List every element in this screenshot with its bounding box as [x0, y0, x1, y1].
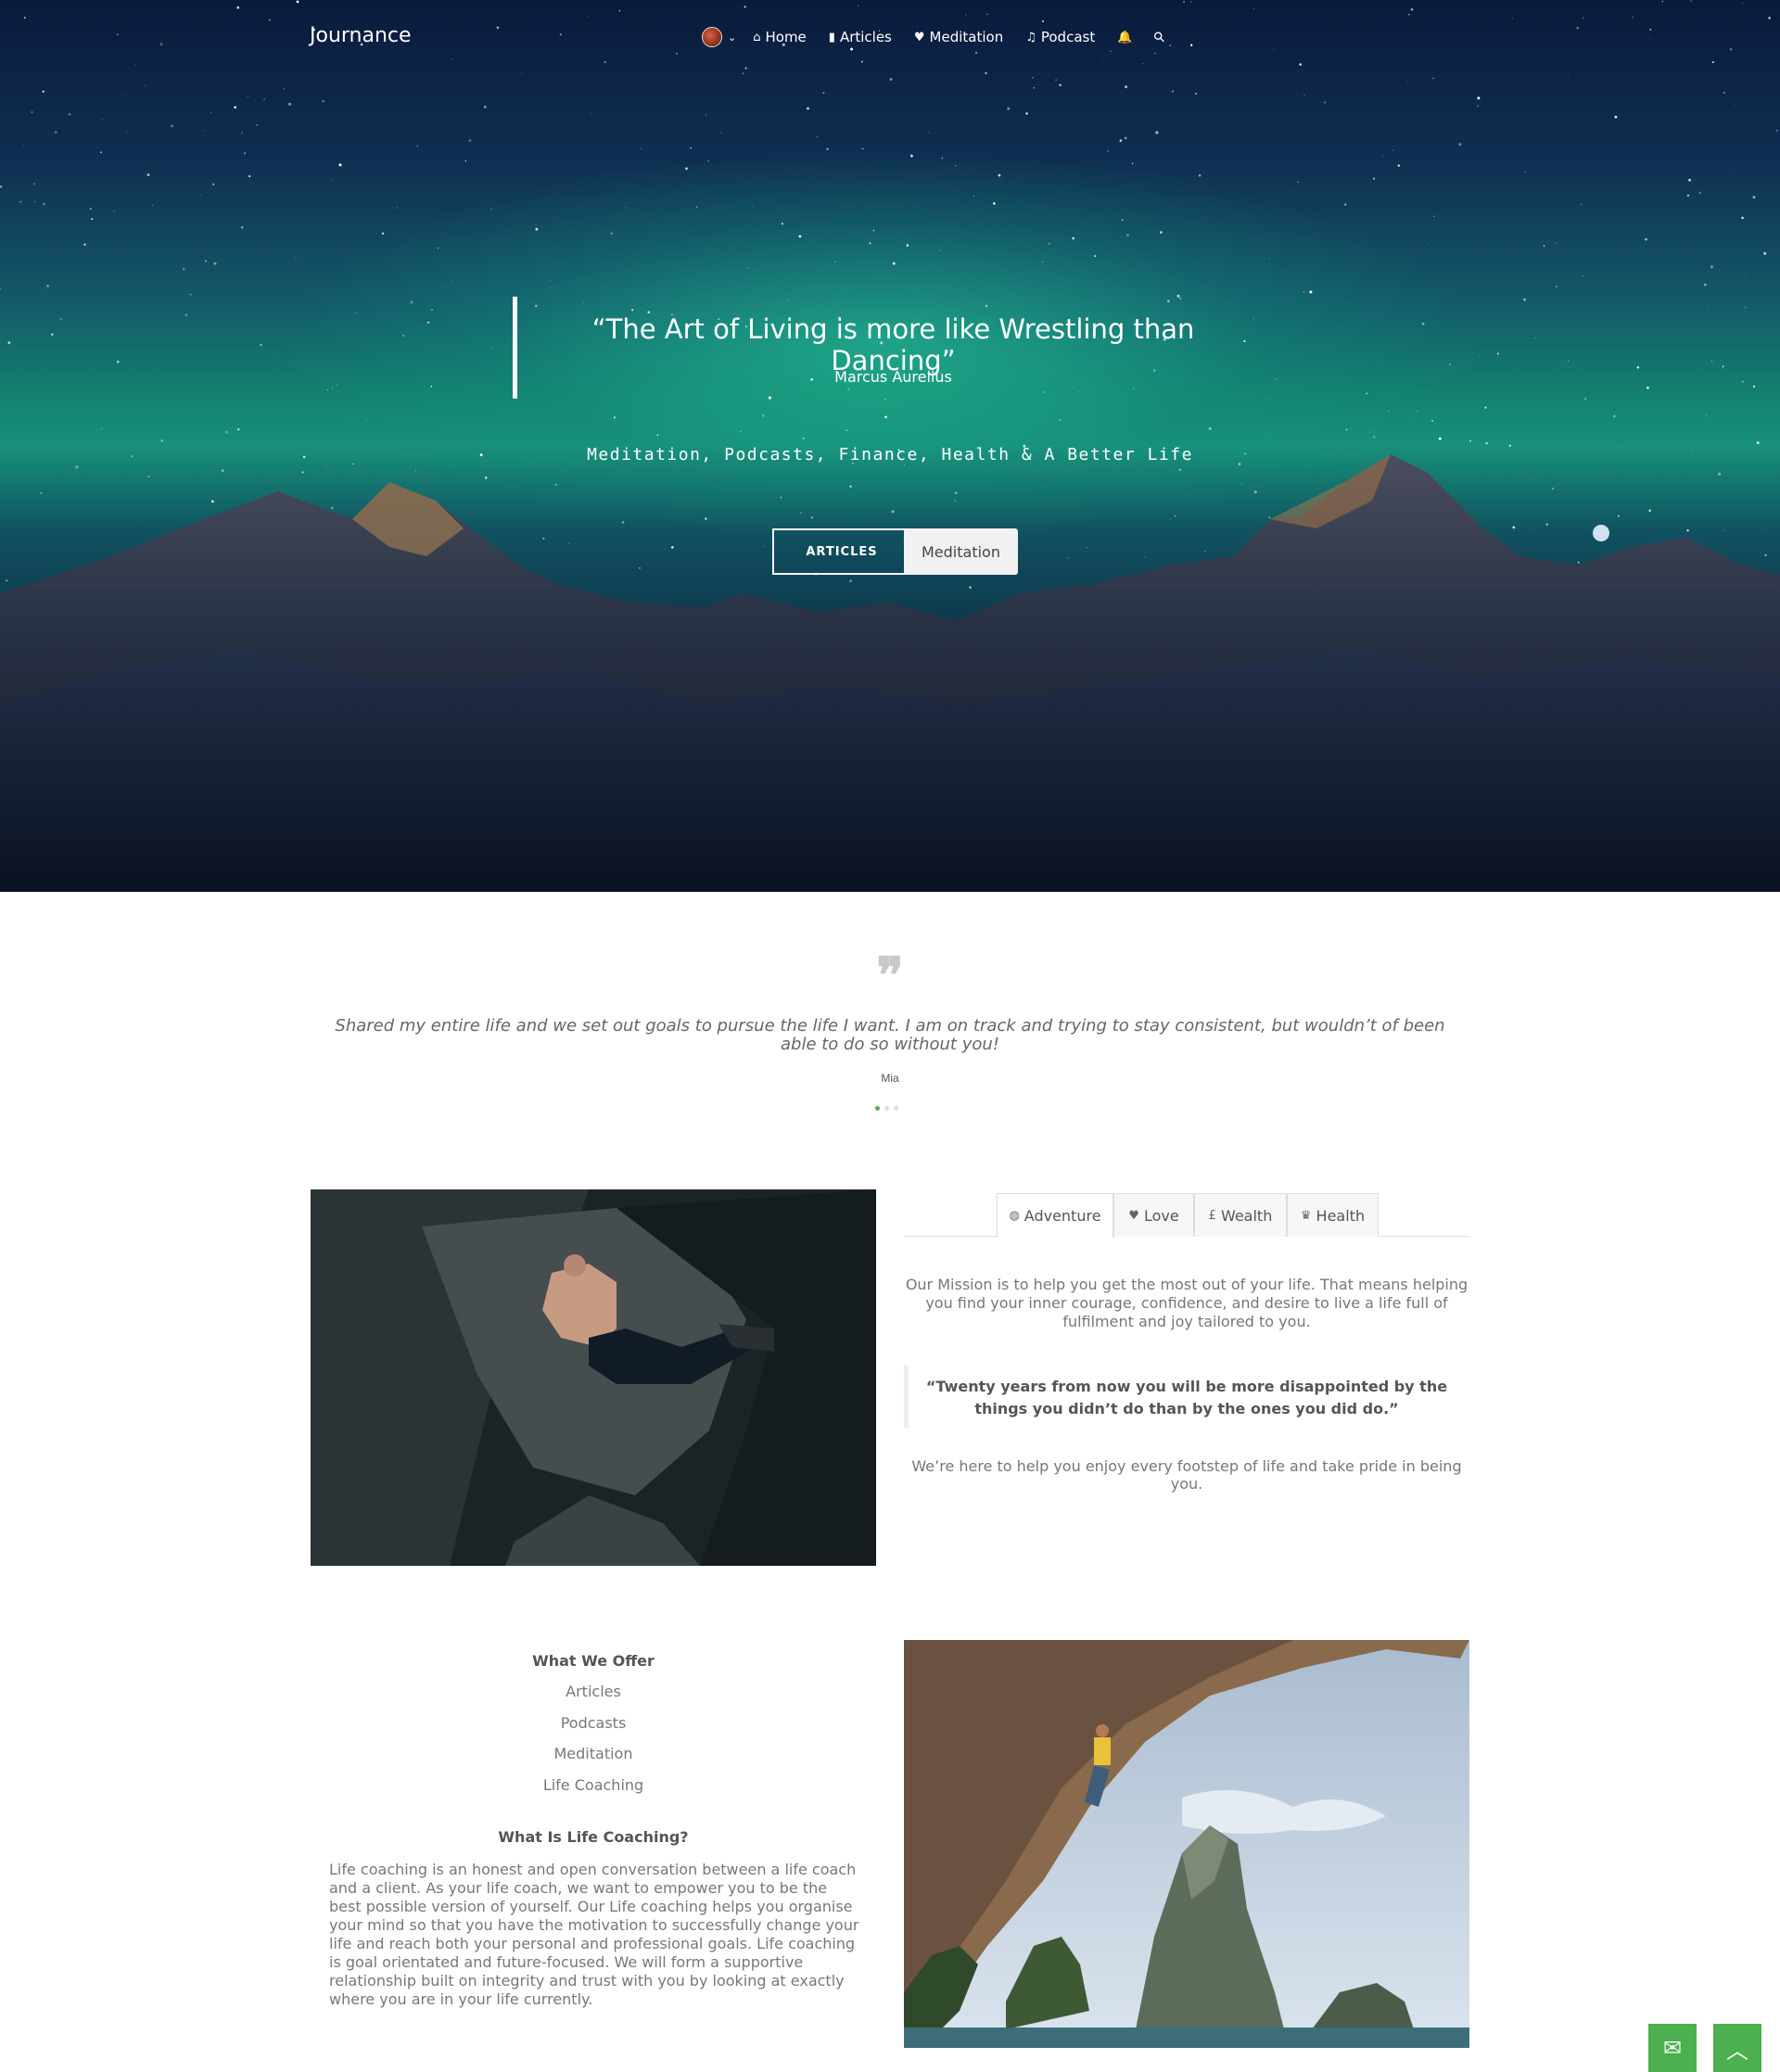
nav-item-label: Meditation	[929, 29, 1004, 45]
offer-section: What We Offer Articles Podcasts Meditati…	[311, 1652, 876, 1800]
mail-icon: ✉	[1662, 2035, 1683, 2061]
nav-item-label: Home	[765, 29, 807, 45]
user-avatar[interactable]	[702, 27, 722, 47]
carousel-dots	[875, 1106, 898, 1111]
whatis-heading: What Is Life Coaching?	[498, 1828, 689, 1846]
chevron-up-icon: ︿	[1726, 2038, 1748, 2064]
contact-mail-button[interactable]: ✉	[1648, 2024, 1697, 2072]
offer-item: Articles	[566, 1683, 621, 1700]
nav-item-home[interactable]: ⌂ Home	[753, 29, 807, 45]
climber-rock-image	[311, 1189, 876, 1566]
testimonial-text: Shared my entire life and we set out goa…	[335, 1016, 1445, 1054]
tab-label: Health	[1316, 1206, 1366, 1225]
offer-item: Life Coaching	[542, 1775, 644, 1794]
home-icon: ⌂	[753, 30, 761, 44]
blockquote-text: “Twenty years from now you will be more …	[925, 1378, 1448, 1417]
nav-menu: ⌄ ⌂ Home ▮ Articles ♥ Meditation ♫ Podca…	[702, 26, 1187, 48]
tab-love[interactable]: ♥ Love	[1113, 1193, 1194, 1237]
tab-adventure[interactable]: ◍ Adventure	[997, 1193, 1113, 1238]
nav-item-label: Podcast	[1040, 29, 1096, 45]
carousel-dot[interactable]	[884, 1106, 889, 1111]
offer-item: Meditation	[553, 1745, 633, 1762]
globe-icon: ◍	[1009, 1209, 1020, 1223]
whatis-text: Life coaching is an honest and open conv…	[329, 1861, 859, 2008]
bell-icon[interactable]: 🔔	[1117, 30, 1132, 44]
meditation-button[interactable]: Meditation	[904, 528, 1018, 575]
mission-text: Our Mission is to help you get the most …	[905, 1276, 1468, 1330]
site-brand[interactable]: Journance	[310, 24, 412, 47]
offer-item: Podcasts	[560, 1713, 627, 1732]
tab-label: Love	[1143, 1206, 1179, 1225]
heart-icon: ♥	[913, 30, 925, 44]
top-navbar: Journance ⌄ ⌂ Home ▮ Articles ♥ Meditati…	[0, 0, 1780, 74]
nav-item-meditation[interactable]: ♥ Meditation	[914, 29, 1003, 45]
search-icon[interactable]: ⚲	[1151, 28, 1169, 46]
offer-heading: What We Offer	[532, 1652, 655, 1670]
book-icon: ▮	[828, 30, 835, 44]
tab-label: Wealth	[1220, 1206, 1273, 1225]
nav-item-label: Articles	[839, 29, 892, 45]
chevron-down-icon[interactable]: ⌄	[728, 32, 736, 44]
carousel-dot[interactable]	[894, 1106, 898, 1111]
nav-item-podcast[interactable]: ♫ Podcast	[1025, 29, 1095, 45]
hero-tagline: Meditation, Podcasts, Finance, Health & …	[587, 445, 1193, 464]
offer-list: Articles Podcasts Meditation Life Coachi…	[311, 1676, 876, 1800]
hero-quote: “The Art of Living is more like Wrestlin…	[591, 313, 1195, 376]
heart-icon: ♥	[1128, 1208, 1139, 1223]
music-icon: ♫	[1025, 30, 1036, 44]
footstep-text: We’re here to help you enjoy every foots…	[911, 1457, 1462, 1493]
tab-label: Adventure	[1024, 1207, 1101, 1225]
scroll-top-button[interactable]: ︿	[1713, 2024, 1761, 2072]
testimonial-author: Mia	[881, 1072, 899, 1085]
quote-icon: ❞	[876, 946, 904, 1005]
carousel-dot[interactable]	[875, 1106, 880, 1111]
tab-wealth[interactable]: £ Wealth	[1194, 1193, 1287, 1237]
hero-quote-author: Marcus Aurelius	[834, 368, 952, 386]
tab-health[interactable]: ♛ Health	[1287, 1193, 1379, 1237]
category-tabs: ◍ Adventure ♥ Love £ Wealth ♛ Health	[904, 1193, 1469, 1238]
pound-icon: £	[1208, 1208, 1216, 1223]
hero-section: Journance ⌄ ⌂ Home ▮ Articles ♥ Meditati…	[0, 0, 1780, 892]
trophy-icon: ♛	[1300, 1208, 1312, 1223]
climber-overhang-image	[904, 1640, 1469, 2048]
nav-item-articles[interactable]: ▮ Articles	[829, 29, 892, 45]
articles-button[interactable]: ARTICLES	[772, 528, 911, 575]
